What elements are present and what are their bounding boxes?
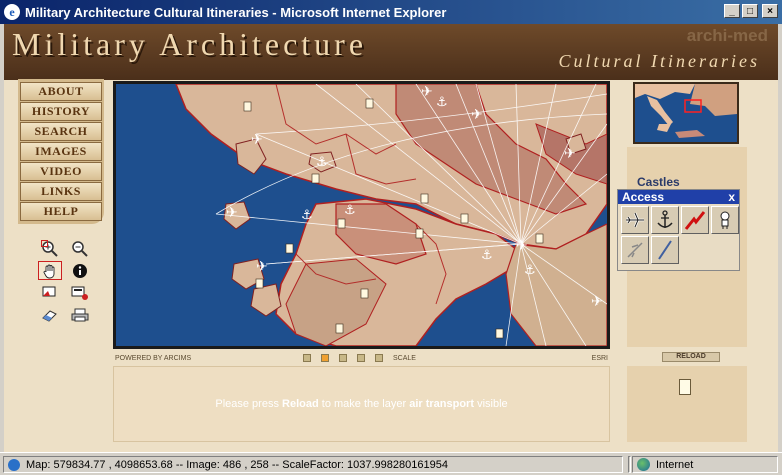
message-reload: Reload [282, 398, 319, 410]
anchor-icon[interactable] [651, 206, 679, 234]
scale-label: SCALE [393, 354, 416, 362]
status-bar: Map: 579834.77 , 4098653.68 -- Image: 48… [0, 452, 782, 475]
message-layer: air transport [409, 398, 474, 410]
minimize-button[interactable]: _ [724, 4, 740, 18]
window-controls: _ □ × [724, 4, 778, 18]
svg-text:⚓: ⚓ [301, 208, 313, 223]
svg-text:✈: ✈ [251, 132, 263, 148]
security-zone-pane: Internet [632, 456, 778, 473]
svg-text:✈: ✈ [226, 205, 238, 221]
svg-text:⚓: ⚓ [316, 155, 328, 170]
svg-text:✈: ✈ [421, 84, 433, 100]
status-text: Map: 579834.77 , 4098653.68 -- Image: 48… [26, 458, 448, 471]
page-status-icon [8, 458, 20, 471]
nav-about[interactable]: ABOUT [20, 82, 102, 101]
layer-message: Please press Reload to make the layer ai… [113, 366, 610, 442]
svg-text:⚓: ⚓ [344, 203, 356, 218]
svg-text:✈: ✈ [256, 259, 268, 275]
scale-option-5[interactable] [375, 354, 383, 362]
nav-help[interactable]: HELP [20, 202, 102, 221]
reload-button[interactable]: RELOAD [662, 352, 720, 362]
svg-text:⚓: ⚓ [436, 95, 448, 110]
site-title: Military Architecture [12, 26, 368, 62]
map-toolbox [38, 239, 98, 324]
airport-disabled-icon[interactable] [621, 236, 649, 264]
main-nav: ABOUT HISTORY SEARCH IMAGES VIDEO LINKS … [18, 79, 104, 224]
nav-images[interactable]: IMAGES [20, 142, 102, 161]
eraser-icon[interactable] [38, 305, 62, 324]
svg-text:⚓: ⚓ [481, 248, 493, 263]
zoom-in-icon[interactable] [38, 239, 62, 258]
security-zone-label: Internet [656, 458, 694, 471]
message-prefix: Please press [215, 398, 279, 410]
map-footer: POWERED BY ARCIMS SCALE ESRI [113, 352, 610, 364]
svg-text:✈: ✈ [591, 294, 603, 310]
print-icon[interactable] [68, 305, 92, 324]
scale-option-1[interactable] [303, 354, 311, 362]
bus-stop-icon[interactable] [711, 206, 739, 234]
access-title: Access [622, 190, 665, 204]
window-title: Military Architecture Cultural Itinerari… [25, 4, 447, 20]
svg-text:✈: ✈ [564, 146, 576, 162]
header-watermark: archi-med [686, 26, 768, 45]
clear-selection-icon[interactable] [68, 283, 92, 302]
scale-option-4[interactable] [357, 354, 365, 362]
svg-text:⚓: ⚓ [524, 263, 536, 278]
map-view[interactable]: ✈ ✈ ✈ ✈ ✈ ✈ ✈ ✈ ⚓ ⚓ ⚓ ⚓ ⚓ ⚓ [113, 81, 610, 349]
overview-map-canvas [635, 84, 737, 142]
svg-text:✈: ✈ [471, 107, 483, 123]
message-middle: to make the layer [321, 398, 407, 410]
zoom-out-icon[interactable] [68, 239, 92, 258]
nav-history[interactable]: HISTORY [20, 102, 102, 121]
maximize-button[interactable]: □ [742, 4, 758, 18]
pan-hand-icon[interactable] [38, 261, 62, 280]
access-icon-grid [618, 204, 739, 266]
powered-by-label: POWERED BY ARCIMS [115, 354, 192, 362]
right-bottom-panel [627, 366, 747, 442]
svg-text:✈: ✈ [516, 238, 528, 254]
road-icon[interactable] [651, 236, 679, 264]
window-title-bar[interactable]: e Military Architecture Cultural Itinera… [0, 0, 782, 24]
document-icon[interactable] [679, 379, 691, 395]
page-content: Military Architecture archi-med Cultural… [4, 24, 778, 452]
message-suffix: visible [477, 398, 508, 410]
railway-icon[interactable] [681, 206, 709, 234]
status-text-pane: Map: 579834.77 , 4098653.68 -- Image: 48… [3, 456, 623, 473]
access-close-button[interactable]: x [728, 190, 735, 204]
access-panel-header: Access x [618, 190, 739, 204]
airplane-icon[interactable] [621, 206, 649, 234]
castles-label[interactable]: Castles [637, 175, 680, 189]
scale-option-2[interactable] [321, 354, 329, 362]
access-panel: Access x [617, 189, 740, 271]
nav-video[interactable]: VIDEO [20, 162, 102, 181]
status-divider [628, 456, 631, 473]
scale-selector: SCALE [303, 354, 416, 362]
info-icon[interactable] [68, 261, 92, 280]
scale-option-3[interactable] [339, 354, 347, 362]
site-header: Military Architecture archi-med Cultural… [4, 24, 778, 80]
site-subtitle: Cultural Itineraries [558, 51, 760, 71]
select-icon[interactable] [38, 283, 62, 302]
ie-app-icon: e [4, 4, 20, 20]
nav-search[interactable]: SEARCH [20, 122, 102, 141]
internet-globe-icon [637, 458, 650, 471]
overview-map[interactable] [633, 82, 739, 144]
map-canvas[interactable]: ✈ ✈ ✈ ✈ ✈ ✈ ✈ ✈ ⚓ ⚓ ⚓ ⚓ ⚓ ⚓ [116, 84, 607, 346]
nav-links[interactable]: LINKS [20, 182, 102, 201]
close-window-button[interactable]: × [762, 4, 778, 18]
esri-label: ESRI [591, 354, 608, 362]
